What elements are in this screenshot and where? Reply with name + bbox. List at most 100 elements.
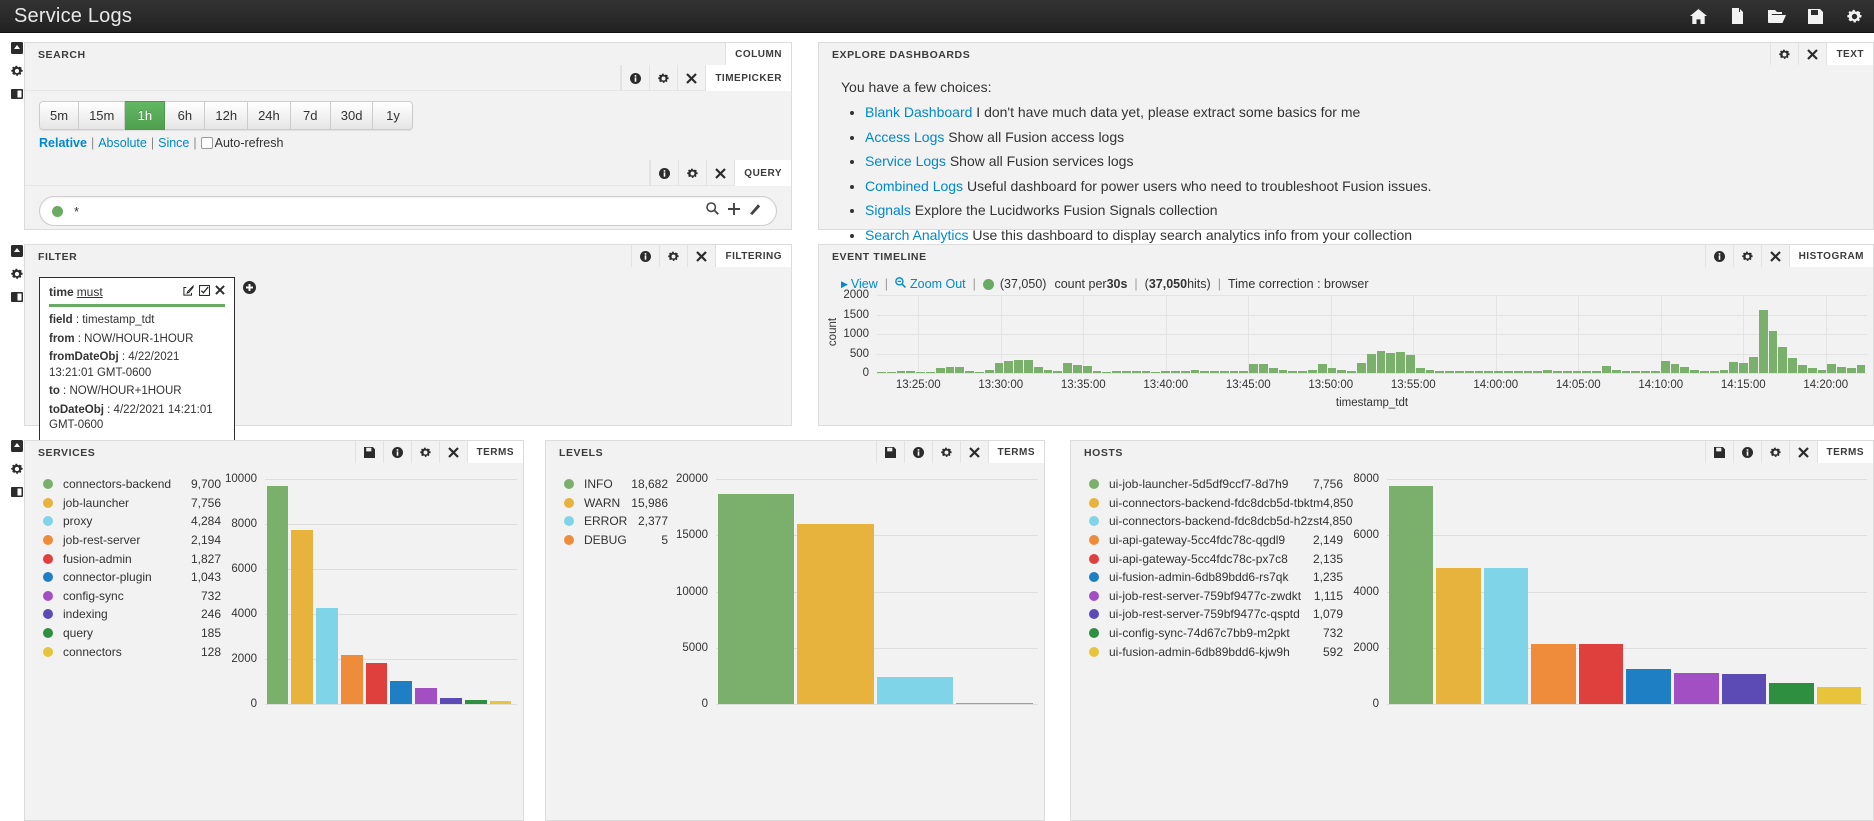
search-icon[interactable] xyxy=(706,202,719,220)
histogram-bar[interactable] xyxy=(1631,371,1641,373)
dashboard-link-access-logs[interactable]: Access Logs xyxy=(865,129,944,145)
histogram-bar[interactable] xyxy=(1170,371,1180,373)
histogram-bar[interactable] xyxy=(1396,351,1406,373)
bar[interactable] xyxy=(1531,643,1576,704)
histogram-bar[interactable] xyxy=(974,371,984,373)
home-icon[interactable] xyxy=(1679,0,1718,33)
gear-icon[interactable] xyxy=(1760,441,1789,463)
services-chart[interactable]: 0 2000 4000 6000 8000 10000 xyxy=(221,473,523,820)
histogram-bar[interactable] xyxy=(1033,367,1043,373)
histogram-bar[interactable] xyxy=(1572,371,1582,373)
histogram-bar[interactable] xyxy=(1004,361,1014,373)
histogram-bar[interactable] xyxy=(1435,370,1445,373)
zoom-out-icon[interactable] xyxy=(895,277,906,291)
legend-row[interactable]: connectors-backend 9,700 xyxy=(43,475,221,494)
dashboard-link-signals[interactable]: Signals xyxy=(865,202,911,218)
histogram-bar[interactable] xyxy=(1415,367,1425,373)
legend-row[interactable]: connector-plugin 1,043 xyxy=(43,568,221,587)
histogram-bar[interactable] xyxy=(1748,356,1758,373)
histogram-bar[interactable] xyxy=(1121,370,1131,373)
legend-row[interactable]: ui-job-launcher-5d5df9ccf7-8d7h9 7,756 xyxy=(1089,475,1343,494)
timerange-30d[interactable]: 30d xyxy=(330,101,374,130)
filter-type[interactable]: must xyxy=(77,285,103,299)
histogram-bar[interactable] xyxy=(1317,364,1327,373)
histogram-bar[interactable] xyxy=(1856,365,1866,373)
legend-row[interactable]: INFO 18,682 xyxy=(564,475,668,494)
histogram-bar[interactable] xyxy=(1592,371,1601,373)
panel-icon[interactable] xyxy=(11,88,23,100)
histogram-bar[interactable] xyxy=(1690,369,1699,373)
histogram-bar[interactable] xyxy=(1807,368,1817,373)
info-icon[interactable] xyxy=(621,65,649,91)
histogram-bar[interactable] xyxy=(896,371,906,373)
histogram-bar[interactable] xyxy=(1112,371,1121,373)
info-icon[interactable] xyxy=(382,441,411,463)
bar[interactable] xyxy=(1436,567,1481,704)
hosts-chart[interactable]: 0 2000 4000 6000 8000 xyxy=(1343,473,1873,820)
histogram-bar[interactable] xyxy=(1641,371,1650,373)
histogram-bar[interactable] xyxy=(1014,359,1023,373)
view-caret-icon[interactable]: ▶ xyxy=(841,279,848,290)
legend-row[interactable]: ui-connectors-backend-fdc8dcb5d-h2zst 4,8… xyxy=(1089,512,1352,531)
histogram-bar[interactable] xyxy=(1131,371,1141,373)
timerange-24h[interactable]: 24h xyxy=(248,101,291,130)
close-icon[interactable] xyxy=(215,285,225,299)
histogram-bar[interactable] xyxy=(1552,370,1562,373)
histogram-bar[interactable] xyxy=(955,367,965,373)
histogram-bar[interactable] xyxy=(1219,371,1229,373)
toggle-filter-icon[interactable] xyxy=(199,285,210,299)
histogram-bar[interactable] xyxy=(1298,371,1308,373)
histogram-bar[interactable] xyxy=(1268,368,1278,373)
query-color-dot[interactable] xyxy=(52,205,63,217)
histogram-bar[interactable] xyxy=(1376,351,1386,373)
histogram-bar[interactable] xyxy=(925,371,935,373)
gear-icon[interactable] xyxy=(1770,43,1798,65)
zoom-out-link[interactable]: Zoom Out xyxy=(910,277,966,291)
gear-icon[interactable] xyxy=(931,441,960,463)
file-icon[interactable] xyxy=(1718,0,1757,33)
save-icon[interactable] xyxy=(1704,441,1733,463)
legend-row[interactable]: query 185 xyxy=(43,624,221,643)
histogram-bar[interactable] xyxy=(1788,358,1797,373)
histogram-bar[interactable] xyxy=(1445,371,1455,373)
histogram-bar[interactable] xyxy=(1719,369,1729,373)
histogram-bar[interactable] xyxy=(1308,369,1317,373)
histogram-bar[interactable] xyxy=(1229,370,1239,373)
bar[interactable] xyxy=(440,698,462,704)
bar[interactable] xyxy=(1769,683,1814,704)
gear-icon[interactable] xyxy=(410,441,439,463)
bar[interactable] xyxy=(797,524,874,704)
bar[interactable] xyxy=(1626,669,1672,704)
save-icon[interactable] xyxy=(875,441,904,463)
bar[interactable] xyxy=(291,529,314,704)
histogram-bar[interactable] xyxy=(1151,371,1161,373)
histogram-bar[interactable] xyxy=(1504,371,1513,373)
histogram-bar[interactable] xyxy=(1082,365,1092,373)
histogram-bar[interactable] xyxy=(1474,371,1484,373)
bar[interactable] xyxy=(1816,687,1862,704)
close-icon[interactable] xyxy=(1760,245,1789,267)
histogram-bar[interactable] xyxy=(1797,365,1807,373)
histogram-bar[interactable] xyxy=(1425,369,1435,373)
histogram-bar[interactable] xyxy=(1523,370,1533,373)
folder-open-icon[interactable] xyxy=(1757,0,1796,33)
histogram-bar[interactable] xyxy=(1729,362,1739,373)
gear-icon[interactable] xyxy=(649,65,677,91)
query-box[interactable] xyxy=(39,196,777,226)
timerange-7d[interactable]: 7d xyxy=(290,101,331,130)
bar[interactable] xyxy=(390,680,413,704)
histogram-bar[interactable] xyxy=(906,370,916,373)
histogram-bar[interactable] xyxy=(1053,370,1063,373)
timeline-chart[interactable]: 500 1000 1500 2000 0 count 13:25:00 13:30:00 13:… xyxy=(819,289,1873,425)
legend-row[interactable]: ui-job-rest-server-759bf9477c-qsptd 1,079 xyxy=(1089,605,1343,624)
histogram-bar[interactable] xyxy=(877,371,886,373)
histogram-bar[interactable] xyxy=(1464,370,1474,373)
legend-row[interactable]: indexing 246 xyxy=(43,605,221,624)
timerange-1y[interactable]: 1y xyxy=(373,101,414,130)
search-input[interactable] xyxy=(72,197,706,225)
gear-icon[interactable] xyxy=(11,268,23,280)
legend-row[interactable]: DEBUG 5 xyxy=(564,531,668,550)
histogram-bar[interactable] xyxy=(1601,365,1611,373)
histogram-bar[interactable] xyxy=(1366,353,1376,373)
gear-icon[interactable] xyxy=(11,463,23,475)
